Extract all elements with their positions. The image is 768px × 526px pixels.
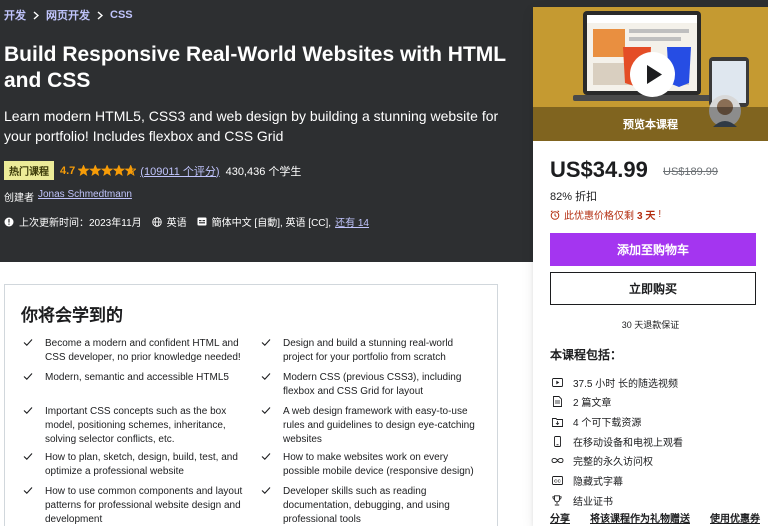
ratings-count-link[interactable]: (109011 个评分)	[140, 163, 219, 179]
mobile-icon	[550, 436, 564, 447]
includes-item-downloads: 4 个可下载资源	[550, 414, 641, 429]
captions-more-link[interactable]: 还有 14	[335, 214, 369, 229]
card-footer-links: 分享 将该课程作为礼物赠送 使用优惠券	[550, 510, 760, 525]
course-language-text: 英语	[166, 218, 187, 229]
creator-row: 创建者 Jonas Schmedtmann	[4, 189, 132, 204]
chevron-right-icon	[33, 10, 39, 20]
current-price: US$34.99	[550, 157, 648, 182]
chevron-right-icon	[97, 10, 103, 20]
students-count: 430,436 个学生	[225, 165, 302, 178]
breadcrumb-item-web-development[interactable]: 网页开发	[46, 7, 90, 23]
creator-label: 创建者	[4, 193, 34, 204]
last-updated: 上次更新时间：2023年11月	[4, 214, 142, 229]
infinity-icon	[550, 457, 564, 464]
includes-item-mobile: 在移动设备和电视上观看	[550, 434, 683, 449]
offer-timer: 此优惠价格仅剩 3 天!	[550, 207, 661, 222]
offer-timer-days: 3 天	[637, 211, 656, 222]
last-updated-text: 上次更新时间：2023年11月	[19, 218, 142, 229]
checkmark-icon	[261, 487, 271, 494]
play-icon	[647, 65, 662, 84]
money-back-guarantee: 30 天退款保证	[621, 320, 680, 330]
checkmark-icon	[261, 339, 271, 346]
includes-item-certificate: 结业证书	[550, 493, 613, 508]
checkmark-icon	[23, 453, 33, 460]
purchase-card: 预览本课程 US$34.99 US$189.99 82% 折扣 此优惠价格仅剩 3…	[533, 7, 768, 526]
alert-badge-icon	[4, 217, 14, 226]
checkmark-icon	[261, 373, 271, 380]
apply-coupon-link[interactable]: 使用优惠券	[710, 510, 760, 525]
checkmark-icon	[23, 487, 33, 494]
checkmark-icon	[261, 407, 271, 414]
breadcrumb: 开发 网页开发 CSS	[4, 7, 133, 23]
course-captions: 簡体中文 [自動], 英语 [CC], 还有 14	[197, 214, 369, 229]
what-you-will-learn: 你将会学到的 Become a modern and confident HTM…	[4, 284, 498, 526]
course-includes-title: 本课程包括：	[550, 348, 623, 362]
buy-now-button[interactable]: 立即购买	[550, 272, 756, 305]
course-captions-text: 簡体中文 [自動], 英语 [CC],	[211, 218, 332, 229]
gift-course-link[interactable]: 将该课程作为礼物赠送	[590, 510, 690, 525]
breadcrumb-item-css[interactable]: CSS	[110, 9, 133, 21]
discount-percent: 82% 折扣	[550, 191, 598, 203]
checkmark-icon	[23, 339, 33, 346]
share-link[interactable]: 分享	[550, 510, 570, 525]
course-preview[interactable]: 预览本课程	[533, 7, 768, 141]
offer-timer-prefix: 此优惠价格仅剩	[564, 211, 634, 222]
star-rating	[78, 165, 137, 176]
checkmark-icon	[23, 407, 33, 414]
course-title: Build Responsive Real-World Websites wit…	[4, 43, 506, 92]
globe-icon	[151, 216, 162, 227]
play-button[interactable]	[630, 52, 675, 97]
includes-item-lifetime-access: 完整的永久访问权	[550, 453, 653, 468]
alarm-clock-icon	[550, 209, 560, 220]
offer-timer-suffix: !	[658, 209, 662, 220]
add-to-cart-button[interactable]: 添加至购物车	[550, 233, 756, 266]
download-icon	[550, 417, 564, 427]
course-subtitle: Learn modern HTML5, CSS3 and web design …	[4, 108, 499, 144]
video-icon	[550, 378, 564, 387]
original-price: US$189.99	[663, 166, 719, 178]
svg-text:CC: CC	[554, 478, 561, 483]
creator-link[interactable]: Jonas Schmedtmann	[38, 189, 132, 204]
bestseller-badge: 热门课程	[4, 161, 54, 180]
rating-value: 4.7	[60, 164, 76, 177]
learn-section-title: 你将会学到的	[21, 306, 123, 325]
trophy-icon	[550, 495, 564, 506]
checkmark-icon	[261, 453, 271, 460]
preview-label: 预览本课程	[623, 119, 678, 131]
rating-row: 热门课程 4.7 (109011 个评分) 430,436 个学生	[4, 161, 301, 180]
course-meta-row: 上次更新时间：2023年11月 英语 簡体中文 [自動], 英语 [CC], 还…	[4, 214, 379, 229]
article-icon	[550, 396, 564, 407]
captions-icon: CC	[550, 476, 564, 485]
includes-item-articles: 2 篇文章	[550, 394, 611, 409]
course-language: 英语	[151, 214, 187, 229]
checkmark-icon	[23, 373, 33, 380]
includes-item-captions: CC 隐藏式字幕	[550, 473, 623, 488]
breadcrumb-item-development[interactable]: 开发	[4, 7, 26, 23]
closed-captions-icon	[197, 217, 207, 226]
includes-item-video: 37.5 小时 长的随选视频	[550, 375, 678, 390]
